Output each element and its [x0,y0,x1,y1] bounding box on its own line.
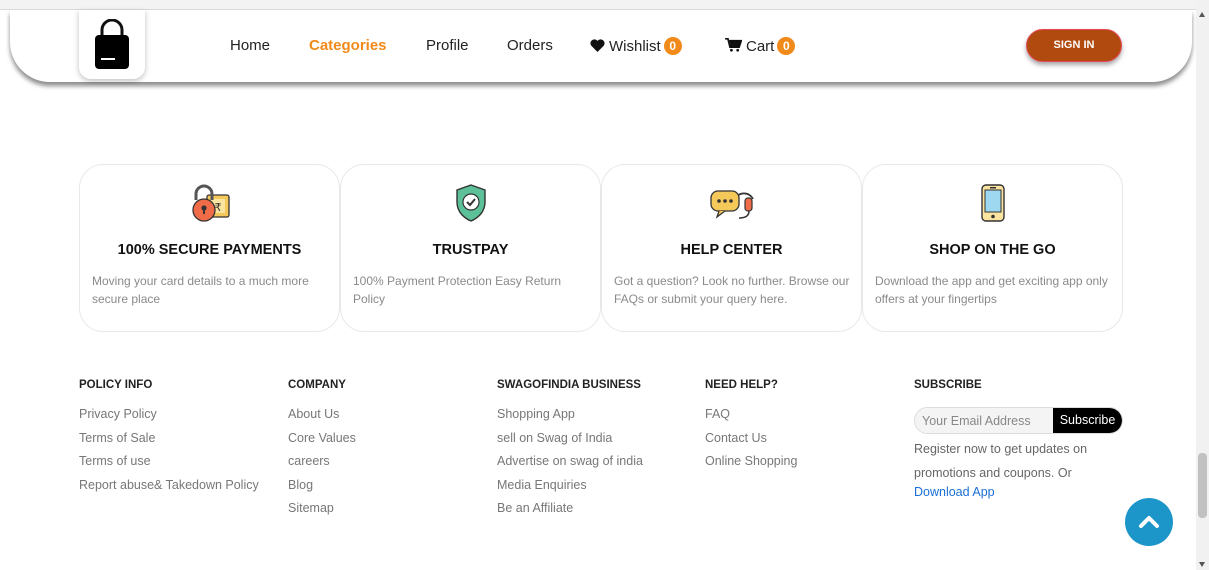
footer-column-need-help: NEED HELP? FAQ Contact Us Online Shoppin… [705,379,797,478]
scroll-up-arrow-icon[interactable] [1199,12,1205,17]
shopping-bag-icon [95,19,129,69]
padlock-money-icon: ₹ [191,184,230,222]
footer-heading: NEED HELP? [705,379,778,391]
site-logo[interactable] [79,10,145,79]
footer-link-media-enquiries[interactable]: Media Enquiries [497,478,643,502]
scrollbar-thumb[interactable] [1198,453,1207,518]
nav-profile[interactable]: Profile [426,37,469,54]
wishlist-count-badge: 0 [663,37,682,55]
cart-icon [725,37,743,52]
chat-headset-icon [709,190,754,219]
footer-link-shopping-app[interactable]: Shopping App [497,407,643,431]
feature-card-trustpay: TRUSTPAY 100% Payment Protection Easy Re… [340,164,601,332]
footer-column-policy-info: POLICY INFO Privacy Policy Terms of Sale… [79,379,259,501]
footer-link-sell[interactable]: sell on Swag of India [497,431,643,455]
feature-title: 100% SECURE PAYMENTS [117,242,302,258]
footer-link-about-us[interactable]: About Us [288,407,356,431]
cart-label: Cart [746,38,775,55]
vertical-scrollbar[interactable] [1196,0,1209,570]
download-app-link[interactable]: Download App [914,485,995,499]
feature-description: Download the app and get exciting app on… [875,274,1108,306]
footer-link-online-shopping[interactable]: Online Shopping [705,454,797,478]
email-input[interactable] [915,408,1055,433]
nav-wishlist[interactable]: Wishlist 0 [590,37,682,55]
footer-heading: POLICY INFO [79,379,153,391]
footer-link-blog[interactable]: Blog [288,478,356,502]
cart-count-badge: 0 [777,37,796,55]
feature-card-help-center: HELP CENTER Got a question? Look no furt… [601,164,862,332]
smartphone-icon [980,184,1005,222]
subscribe-button[interactable]: Subscribe [1053,408,1122,433]
nav-home[interactable]: Home [230,37,270,54]
footer-link-faq[interactable]: FAQ [705,407,797,431]
feature-description: Moving your card details to a much more … [92,274,309,306]
footer-link-contact-us[interactable]: Contact Us [705,431,797,455]
nav-categories[interactable]: Categories [309,37,387,54]
footer-link-terms-of-sale[interactable]: Terms of Sale [79,431,259,455]
scroll-down-arrow-icon[interactable] [1199,562,1205,567]
subscribe-form: Subscribe [914,407,1123,434]
footer-column-business: SWAGOFINDIA BUSINESS Shopping App sell o… [497,379,643,525]
chevron-up-icon [1139,516,1159,528]
scroll-to-top-button[interactable] [1125,498,1173,546]
svg-text:₹: ₹ [214,201,221,214]
footer-column-company: COMPANY About Us Core Values careers Blo… [288,379,356,525]
feature-card-shop-on-the-go: SHOP ON THE GO Download the app and get … [862,164,1123,332]
footer-column-subscribe: SUBSCRIBE [914,379,982,407]
feature-title: HELP CENTER [680,242,783,258]
footer-heading: SWAGOFINDIA BUSINESS [497,379,641,391]
footer-heading: SUBSCRIBE [914,379,982,391]
navbar: Home Categories Profile Orders Wishlist 0… [10,10,1192,82]
footer-link-core-values[interactable]: Core Values [288,431,356,455]
footer-link-advertise[interactable]: Advertise on swag of india [497,454,643,478]
nav-orders[interactable]: Orders [507,37,553,54]
feature-title: TRUSTPAY [432,242,509,258]
sign-in-button[interactable]: SIGN IN [1026,29,1122,62]
wishlist-label: Wishlist [609,38,661,55]
feature-description: Got a question? Look no further. Browse … [614,274,850,306]
nav-cart[interactable]: Cart 0 [725,37,796,55]
shield-check-icon [455,184,486,222]
footer-heading: COMPANY [288,379,346,391]
footer-link-privacy-policy[interactable]: Privacy Policy [79,407,259,431]
subscribe-text: Register now to get updates on promotion… [914,442,1088,480]
feature-title: SHOP ON THE GO [929,242,1056,258]
footer-link-report-abuse[interactable]: Report abuse& Takedown Policy [79,478,259,502]
footer-link-sitemap[interactable]: Sitemap [288,501,356,525]
heart-icon [590,39,605,52]
footer-link-affiliate[interactable]: Be an Affiliate [497,501,643,525]
feature-description: 100% Payment Protection Easy Return Poli… [353,274,562,306]
feature-card-secure-payments: ₹ 100% SECURE PAYMENTS Moving your card … [79,164,340,332]
window-top-strip [0,0,1196,10]
footer-link-careers[interactable]: careers [288,454,356,478]
footer-link-terms-of-use[interactable]: Terms of use [79,454,259,478]
